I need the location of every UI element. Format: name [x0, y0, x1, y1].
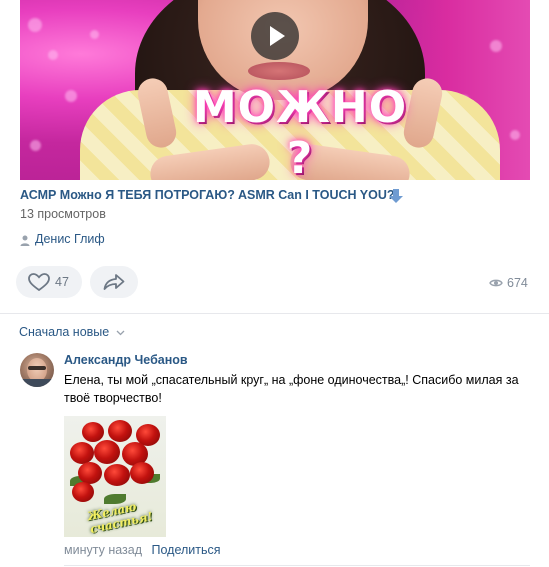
bokeh-light: [65, 90, 77, 102]
like-count: 47: [55, 275, 69, 289]
share-button[interactable]: [90, 266, 138, 298]
bokeh-light: [30, 140, 41, 151]
avatar-glasses: [28, 366, 46, 370]
bokeh-light: [490, 40, 502, 52]
avatar-shirt: [20, 379, 54, 387]
play-icon: [270, 26, 285, 46]
bokeh-light: [48, 50, 58, 60]
comment-attached-image[interactable]: Желаю счастья!: [64, 416, 166, 537]
rose: [130, 462, 154, 484]
comment-meta: минуту назад Поделиться: [64, 543, 221, 557]
bokeh-light: [90, 30, 99, 39]
rose: [82, 422, 104, 442]
thumbnail-caption: МОЖНО ?: [192, 82, 408, 180]
rose: [78, 462, 102, 484]
user-icon: [20, 235, 30, 246]
comment-share-link[interactable]: Поделиться: [152, 543, 221, 557]
section-divider: [0, 313, 549, 314]
video-title-row: АСМР Можно Я ТЕБЯ ПОТРОГАЮ? ASMR Can I T…: [20, 188, 520, 206]
rose: [72, 482, 94, 502]
rose: [104, 464, 130, 486]
comments-sort-label: Сначала новые: [19, 325, 110, 339]
comment-time[interactable]: минуту назад: [64, 543, 142, 557]
video-title-link-en[interactable]: ASMR Can I TOUCH YOU?: [238, 188, 395, 202]
rose: [108, 420, 132, 442]
commenter-avatar[interactable]: [20, 353, 54, 387]
share-arrow-icon: [103, 274, 125, 290]
comments-sort-toggle[interactable]: Сначала новые: [19, 325, 125, 339]
rose: [70, 442, 94, 464]
bokeh-light: [510, 130, 520, 140]
video-thumbnail[interactable]: МОЖНО ?: [20, 0, 530, 180]
eye-icon: [489, 279, 503, 287]
bokeh-light: [28, 18, 42, 32]
video-views-text: 13 просмотров: [20, 207, 106, 221]
image-wish-caption: Желаю счастья!: [85, 499, 154, 537]
person-lips: [248, 62, 310, 80]
commenter-name[interactable]: Александр Чебанов: [64, 353, 188, 367]
video-author-name[interactable]: Денис Глиф: [35, 232, 105, 246]
comment-divider: [64, 565, 530, 566]
play-button[interactable]: [251, 12, 299, 60]
like-button[interactable]: 47: [16, 266, 82, 298]
video-title-link[interactable]: АСМР Можно Я ТЕБЯ ПОТРОГАЮ?: [20, 188, 235, 202]
chevron-down-icon: [116, 330, 125, 336]
views-count: 674: [507, 276, 528, 290]
heart-icon: [28, 273, 50, 291]
rose: [94, 440, 120, 464]
arrow-down-icon: [389, 189, 403, 203]
comment-text: Елена, ты мой „спасательный круг„ на „фо…: [64, 373, 519, 405]
